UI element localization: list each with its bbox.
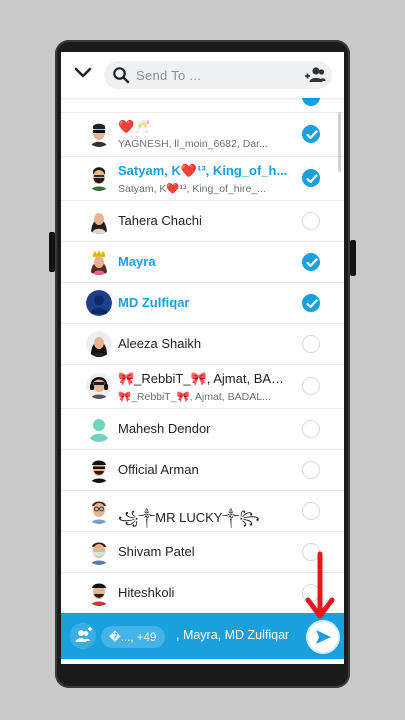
search-input[interactable]: Send To ...: [136, 68, 201, 83]
scrollbar[interactable]: [338, 112, 341, 172]
contact-name: MD Zulfiqar: [118, 295, 190, 310]
contact-name: Official Arman: [118, 462, 199, 477]
add-friends-icon[interactable]: [304, 66, 326, 84]
checkmark-icon[interactable]: [302, 169, 320, 187]
contact-name: 🎀_RebbiT_🎀, Ajmat, BAD...: [118, 371, 288, 386]
avatar: [86, 539, 112, 565]
contact-name: Mahesh Dendor: [118, 421, 211, 436]
power-button: [350, 240, 356, 276]
avatar: [86, 121, 112, 147]
chevron-down-icon[interactable]: [74, 66, 92, 80]
avatar: [86, 373, 112, 399]
contact-row[interactable]: [61, 88, 344, 113]
header: Send To ...: [61, 52, 344, 98]
contact-row[interactable]: Mahesh Dendor: [61, 409, 344, 450]
send-arrow-icon: [316, 630, 331, 644]
select-circle[interactable]: [302, 212, 320, 230]
avatar: [86, 208, 112, 234]
avatar: [86, 416, 112, 442]
select-circle[interactable]: [302, 420, 320, 438]
contact-subtitle: YAGNESH, ll_moin_6682, Dar...: [118, 138, 268, 150]
select-circle[interactable]: [302, 377, 320, 395]
contact-name: Satyam, K❤️¹³, King_of_h...: [118, 163, 288, 178]
contact-name: ❤️🥂: [118, 119, 151, 134]
contact-row[interactable]: MD Zulfiqar: [61, 283, 344, 324]
avatar: [86, 249, 112, 275]
volume-button: [49, 232, 55, 272]
search-box[interactable]: Send To ...: [104, 61, 332, 89]
contact-list: ❤️🥂 YAGNESH, ll_moin_6682, Dar... Satyam, …: [61, 88, 344, 614]
contact-row[interactable]: 🎀_RebbiT_🎀, Ajmat, BAD... 🎀_RebbiT_🎀, Ajm…: [61, 365, 344, 409]
checkmark-icon[interactable]: [302, 294, 320, 312]
avatar: [86, 457, 112, 483]
avatar: [86, 290, 112, 316]
contact-subtitle: Satyam, K❤️¹³, King_of_hire_...: [118, 183, 266, 195]
group-icon[interactable]: [69, 623, 97, 649]
select-circle[interactable]: [302, 335, 320, 353]
avatar: [86, 165, 112, 191]
avatar: [86, 331, 112, 357]
select-circle[interactable]: [302, 502, 320, 520]
contact-name: Shivam Patel: [118, 544, 195, 559]
red-arrow-icon: [305, 551, 335, 619]
contact-row[interactable]: ꧁༒MR LUCKY༒꧂: [61, 491, 344, 532]
contact-subtitle: 🎀_RebbiT_🎀, Ajmat, BADAL...: [118, 391, 271, 403]
contact-row[interactable]: ❤️🥂 YAGNESH, ll_moin_6682, Dar...: [61, 113, 344, 157]
avatar: [86, 580, 112, 606]
selected-count-chip[interactable]: �..., +49: [101, 626, 165, 648]
contact-name: Aleeza Shaikh: [118, 336, 202, 351]
contact-row[interactable]: Mayra: [61, 242, 344, 283]
contact-row[interactable]: Official Arman: [61, 450, 344, 491]
checkmark-icon[interactable]: [302, 253, 320, 271]
contact-row[interactable]: Satyam, K❤️¹³, King_of_h... Satyam, K❤️¹³…: [61, 157, 344, 201]
contact-name: Mayra: [118, 254, 156, 269]
selected-names: , Mayra, MD Zulfiqar: [176, 628, 290, 642]
checkmark-icon[interactable]: [302, 125, 320, 143]
contact-row[interactable]: Tahera Chachi: [61, 201, 344, 242]
select-circle[interactable]: [302, 461, 320, 479]
contact-row[interactable]: Aleeza Shaikh: [61, 324, 344, 365]
contact-name: Tahera Chachi: [118, 213, 202, 228]
selected-count-text: �..., +49: [109, 632, 157, 644]
avatar: [86, 498, 112, 524]
contact-name: Hiteshkoli: [118, 585, 175, 600]
search-icon: [113, 67, 130, 84]
